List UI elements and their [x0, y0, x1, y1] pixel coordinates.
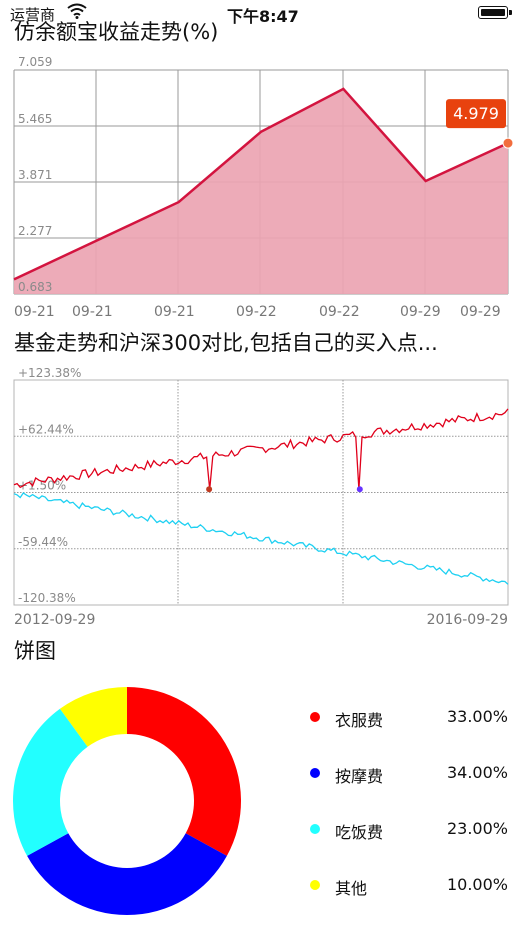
legend-swatch	[310, 712, 320, 722]
x-tick-label: 09-29	[460, 304, 501, 320]
legend-swatch	[310, 824, 320, 834]
x-tick-label: 09-22	[319, 304, 360, 320]
buy-point	[356, 486, 363, 493]
x-range-start: 2012-09-29	[14, 612, 95, 628]
tooltip-label: 4.979	[453, 104, 499, 123]
pie-chart-title: 饼图	[14, 639, 56, 663]
x-tick-label: 09-21	[72, 304, 113, 320]
area-chart: 7.059 5.465 3.871 2.277 0.683 09-21 09-21 09-21…	[13, 55, 514, 320]
y-tick-label: 3.871	[18, 168, 52, 182]
highlight-point	[502, 137, 514, 149]
x-tick-label: 09-21	[14, 304, 55, 320]
legend-value: 33.00%	[446, 707, 508, 726]
legend-value: 34.00%	[446, 763, 508, 782]
legend-swatch	[310, 768, 320, 778]
legend-item: 其他 10.00%	[300, 873, 512, 898]
x-tick-label: 09-22	[236, 304, 277, 320]
pie-legend: 衣服费 33.00% 按摩费 34.00% 吃饭费 23.00% 其他 10.0…	[300, 705, 512, 905]
series-line	[13, 492, 509, 585]
legend-value: 10.00%	[446, 875, 508, 894]
y-tick-label: +62.44%	[18, 422, 74, 436]
legend-swatch	[310, 880, 320, 890]
pie-slice	[27, 833, 227, 916]
x-tick-label: 09-29	[400, 304, 441, 320]
pie-chart	[12, 687, 242, 916]
legend-item: 衣服费 33.00%	[300, 705, 512, 730]
y-tick-label: +123.38%	[18, 366, 81, 380]
legend-item: 吃饭费 23.00%	[300, 817, 512, 842]
area-fill	[14, 88, 508, 295]
y-tick-label: 2.277	[18, 224, 52, 238]
pie-slice	[127, 687, 242, 856]
y-tick-label: +1.50%	[18, 479, 66, 493]
area-chart-title: 仿余额宝收益走势(%)	[14, 20, 219, 44]
y-tick-label: 5.465	[18, 112, 52, 126]
battery-icon	[478, 6, 512, 19]
x-tick-label: 09-21	[154, 304, 195, 320]
status-time: 下午8:47	[227, 7, 299, 26]
buy-point	[206, 486, 213, 493]
legend-label: 衣服费	[335, 711, 384, 730]
series-line	[13, 408, 509, 490]
legend-label: 其他	[335, 879, 368, 898]
legend-item: 按摩费 34.00%	[300, 761, 512, 786]
y-tick-label: 7.059	[18, 55, 52, 69]
x-range-end: 2016-09-29	[427, 612, 508, 628]
legend-value: 23.00%	[446, 819, 508, 838]
compare-chart-title: 基金走势和沪深300对比,包括自己的买入点...	[14, 331, 438, 355]
legend-label: 按摩费	[335, 767, 384, 786]
compare-chart: +123.38% +62.44% +1.50% -59.44% -120.38% 2012…	[13, 366, 509, 628]
legend-label: 吃饭费	[335, 823, 384, 842]
y-tick-label: -59.44%	[18, 535, 68, 549]
y-tick-label: -120.38%	[18, 591, 76, 605]
y-tick-label: 0.683	[18, 280, 52, 294]
